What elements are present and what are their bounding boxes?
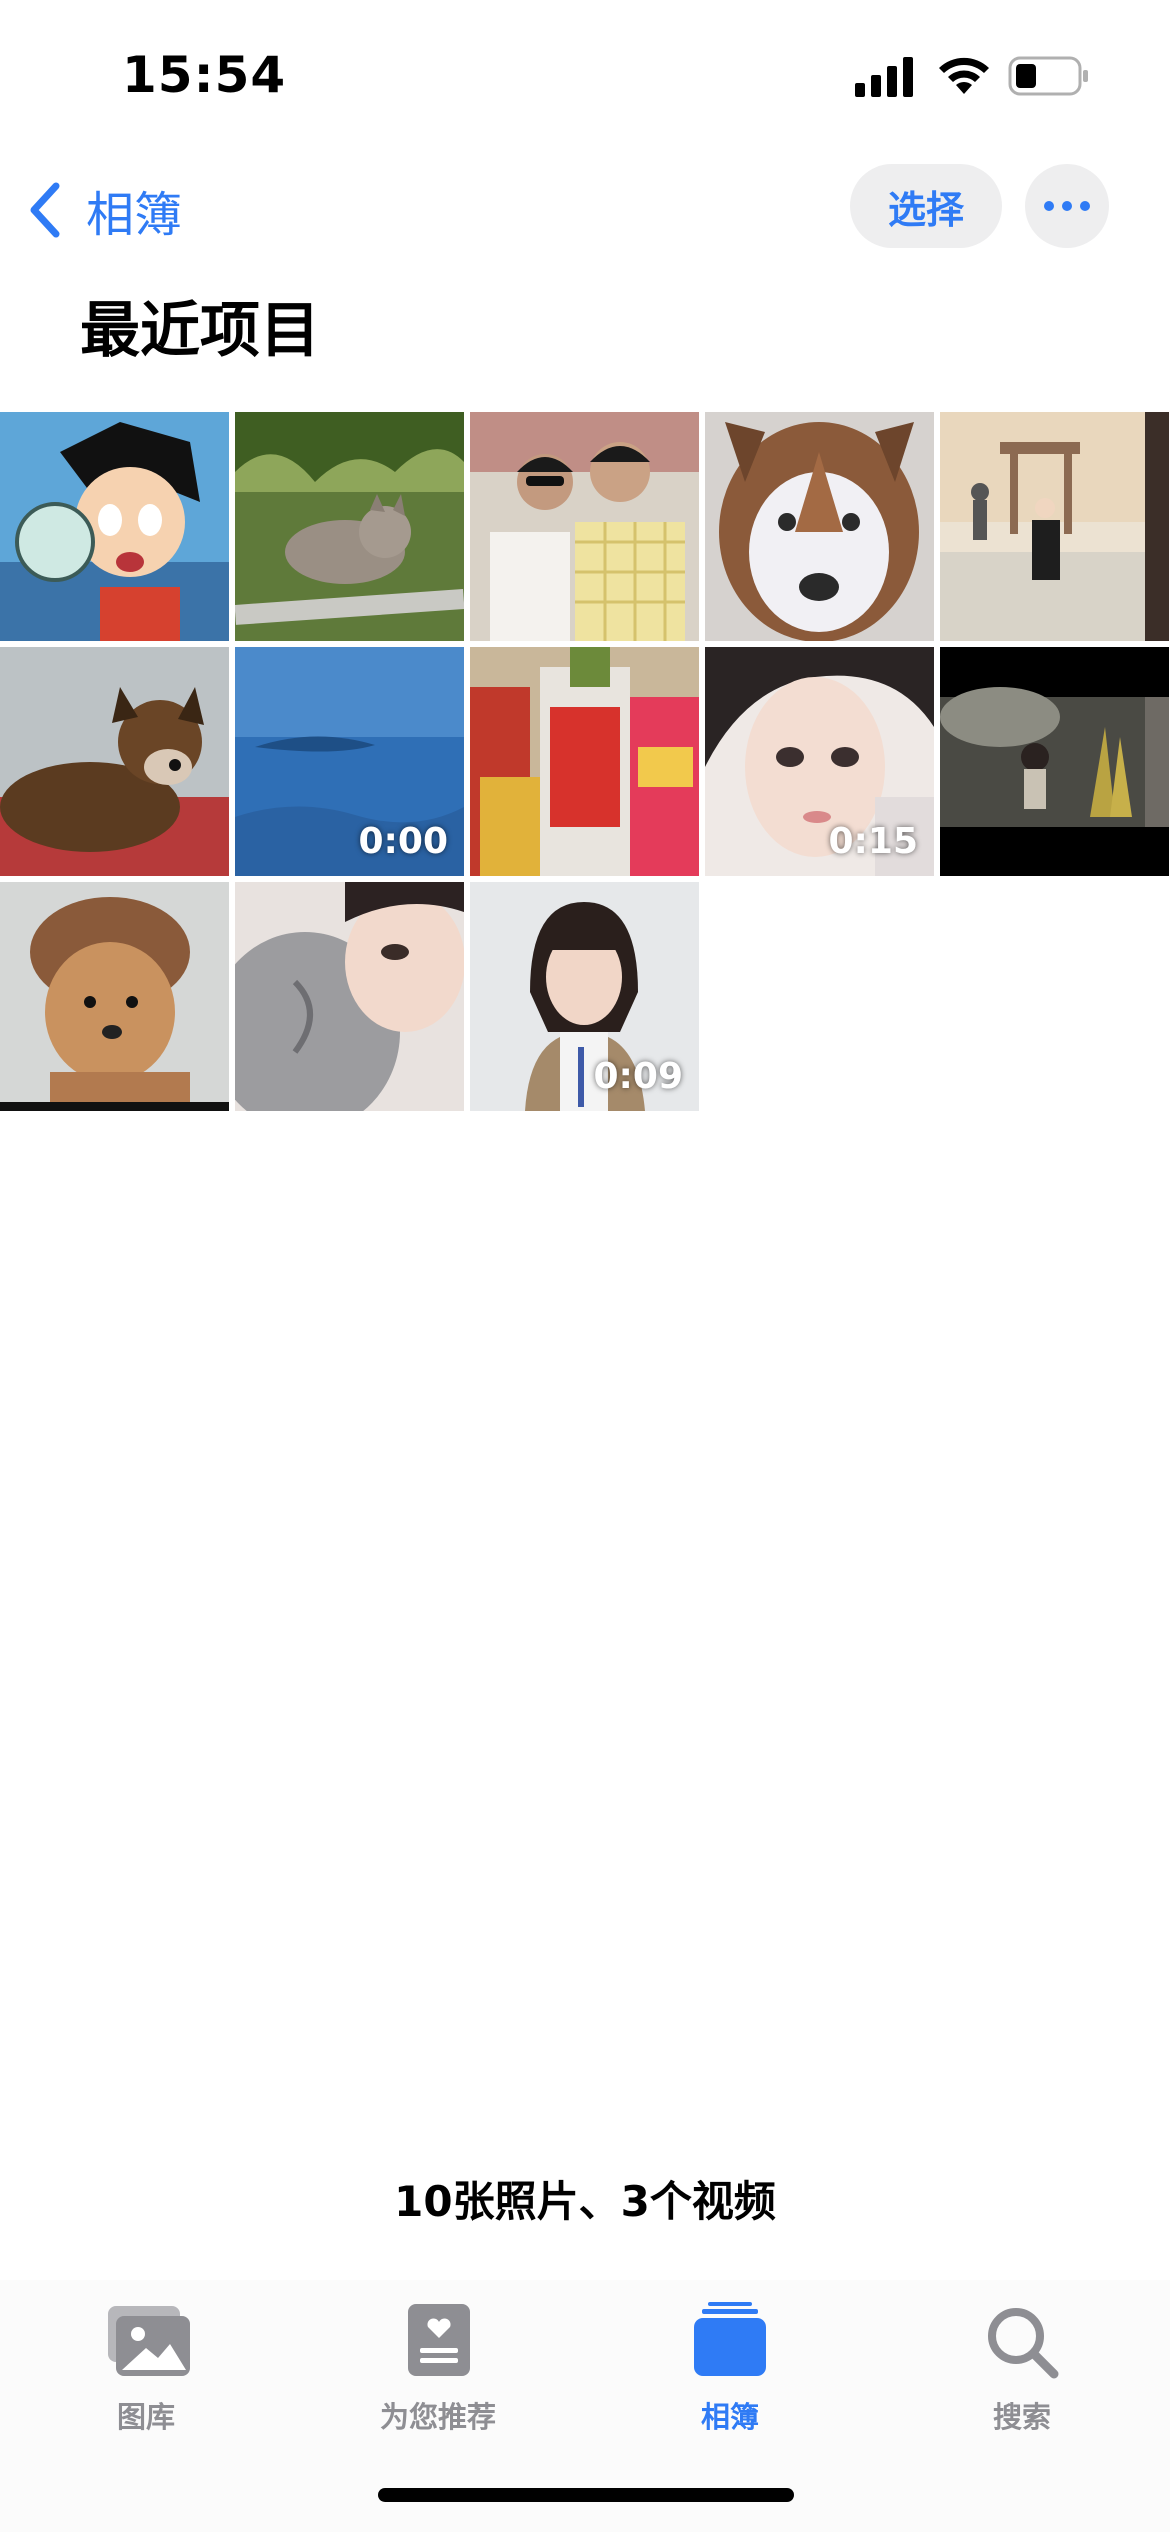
video-duration: 0:15: [828, 821, 918, 862]
cat-girl-photo: [235, 882, 464, 1111]
tab-label: 图库: [116, 2400, 175, 2434]
video-duration: 0:09: [593, 1056, 683, 1097]
dog-cap-photo: [0, 882, 229, 1111]
tab-label: 为您推荐: [379, 2400, 496, 2434]
photo-thumbnail[interactable]: [470, 412, 699, 641]
photo-thumbnail[interactable]: [940, 647, 1169, 876]
more-button[interactable]: [1025, 164, 1109, 248]
cartoon-photo: [0, 412, 229, 641]
navigation-bar: 相簿 选择: [0, 160, 1170, 260]
wifi-icon: [939, 57, 989, 94]
video-thumbnail[interactable]: 0:09: [470, 882, 699, 1111]
tab-label: 搜索: [992, 2400, 1051, 2434]
back-button[interactable]: 相簿: [26, 170, 182, 250]
home-indicator[interactable]: [378, 2488, 794, 2502]
dog-photo: [0, 647, 229, 876]
select-button[interactable]: 选择: [850, 164, 1002, 248]
photo-thumbnail[interactable]: [0, 647, 229, 876]
chevron-left-icon: [30, 182, 60, 238]
photo-thumbnail[interactable]: [0, 882, 229, 1111]
photo-thumbnail[interactable]: [0, 412, 229, 641]
men-photo: [470, 412, 699, 641]
photo-thumbnail[interactable]: [235, 882, 464, 1111]
snacks-photo: [470, 647, 699, 876]
search-icon: [988, 2308, 1059, 2379]
video-duration: 0:00: [358, 821, 448, 862]
albums-icon: [694, 2302, 766, 2376]
photo-thumbnail[interactable]: [940, 412, 1169, 641]
for-you-icon: [408, 2304, 470, 2376]
video-thumbnail[interactable]: 0:00: [235, 647, 464, 876]
tab-label: 相簿: [700, 2400, 759, 2434]
street-photo: [940, 412, 1169, 641]
tab-for-you[interactable]: 为您推荐: [308, 2296, 568, 2446]
page-title: 最近项目: [80, 296, 320, 366]
back-label: 相簿: [86, 187, 183, 243]
status-time: 15:54: [122, 46, 287, 104]
ellipsis-icon: [1044, 201, 1090, 211]
tab-search[interactable]: 搜索: [892, 2296, 1152, 2446]
photo-library-icon: [108, 2306, 190, 2376]
library-summary: 10张照片、3个视频: [394, 2177, 776, 2226]
husky-photo: [705, 412, 934, 641]
photo-thumbnail[interactable]: [705, 412, 934, 641]
cellular-signal-icon: [855, 57, 913, 97]
video-thumbnail[interactable]: 0:15: [705, 647, 934, 876]
tab-albums[interactable]: 相簿: [600, 2296, 860, 2446]
photo-thumbnail[interactable]: [235, 412, 464, 641]
battery-icon: [1008, 56, 1088, 96]
status-bar: 15:54: [0, 0, 1170, 150]
tab-library[interactable]: 图库: [16, 2296, 276, 2446]
night-photo: [940, 647, 1169, 876]
photo-thumbnail[interactable]: [470, 647, 699, 876]
cat-photo: [235, 412, 464, 641]
